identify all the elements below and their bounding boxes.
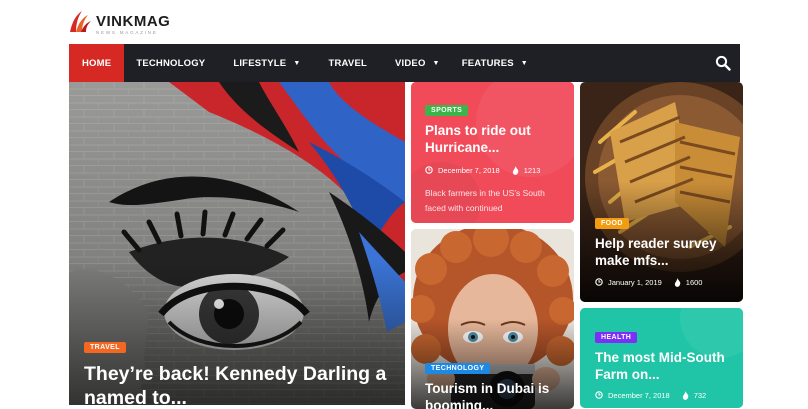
logo-mark-icon bbox=[70, 11, 91, 32]
nav-item-video[interactable]: VIDEO ▼ bbox=[381, 44, 454, 82]
technology-post-card[interactable]: TECHNOLOGY Tourism in Dubai is booming..… bbox=[411, 229, 574, 409]
chevron-down-icon: ▼ bbox=[293, 59, 301, 67]
main-navigation: HOME TECHNOLOGY LIFESTYLE ▼ TRAVEL VIDEO… bbox=[69, 44, 740, 82]
nav-item-lifestyle[interactable]: LIFESTYLE ▼ bbox=[221, 44, 314, 82]
nav-item-home[interactable]: HOME bbox=[69, 44, 125, 82]
clock-icon bbox=[425, 166, 433, 175]
health-post-title[interactable]: The most Mid-South Farm on... bbox=[595, 350, 740, 384]
search-icon[interactable] bbox=[715, 55, 731, 71]
flame-icon bbox=[674, 277, 681, 287]
sports-post-card[interactable]: SPORTS Plans to ride out Hurricane... De… bbox=[411, 82, 574, 223]
nav-item-label: VIDEO bbox=[394, 57, 426, 69]
category-badge[interactable]: FOOD bbox=[595, 218, 629, 229]
post-excerpt: Black farmers in the US’s South faced wi… bbox=[425, 187, 545, 213]
logo-tagline: NEWS MAGAZINE bbox=[96, 30, 158, 35]
nav-item-travel[interactable]: TRAVEL bbox=[314, 44, 381, 82]
nav-item-label: LIFESTYLE bbox=[233, 57, 287, 69]
nav-item-label: FEATURES bbox=[461, 57, 514, 69]
food-post-title[interactable]: Help reader survey make mfs... bbox=[595, 236, 735, 270]
food-post-card[interactable]: FOOD Help reader survey make mfs... Janu… bbox=[580, 82, 743, 302]
hero-post-title[interactable]: They’re back! Kennedy Darling a named to… bbox=[84, 362, 394, 405]
chevron-down-icon: ▼ bbox=[432, 59, 440, 67]
clock-icon bbox=[595, 278, 603, 287]
category-badge[interactable]: TRAVEL bbox=[84, 342, 126, 353]
logo-title: VINKMAG bbox=[96, 13, 171, 30]
flame-icon bbox=[512, 165, 519, 175]
category-badge[interactable]: SPORTS bbox=[425, 105, 469, 116]
health-post-card[interactable]: HEALTH The most Mid-South Farm on... Dec… bbox=[580, 308, 743, 408]
site-logo[interactable]: VINKMAG NEWS MAGAZINE bbox=[68, 8, 170, 38]
category-badge[interactable]: HEALTH bbox=[595, 332, 638, 343]
nav-item-label: HOME bbox=[82, 57, 112, 69]
sports-post-title[interactable]: Plans to ride out Hurricane... bbox=[425, 123, 565, 157]
flame-icon bbox=[682, 390, 689, 400]
nav-item-features[interactable]: FEATURES ▼ bbox=[454, 44, 540, 82]
nav-item-label: TRAVEL bbox=[328, 57, 367, 69]
post-date: December 7, 2018 bbox=[608, 390, 670, 400]
post-views: 732 bbox=[693, 390, 707, 400]
nav-item-technology[interactable]: TECHNOLOGY bbox=[124, 44, 221, 82]
chevron-down-icon: ▼ bbox=[520, 59, 528, 67]
post-views: 1600 bbox=[685, 277, 703, 287]
category-badge[interactable]: TECHNOLOGY bbox=[425, 363, 491, 374]
clock-icon bbox=[595, 391, 603, 400]
post-views: 1213 bbox=[523, 165, 541, 175]
post-date: December 7, 2018 bbox=[438, 165, 500, 175]
hero-post-card[interactable]: TRAVEL They’re back! Kennedy Darling a n… bbox=[69, 82, 405, 405]
nav-item-label: TECHNOLOGY bbox=[136, 57, 206, 69]
post-date: January 1, 2019 bbox=[608, 277, 662, 287]
